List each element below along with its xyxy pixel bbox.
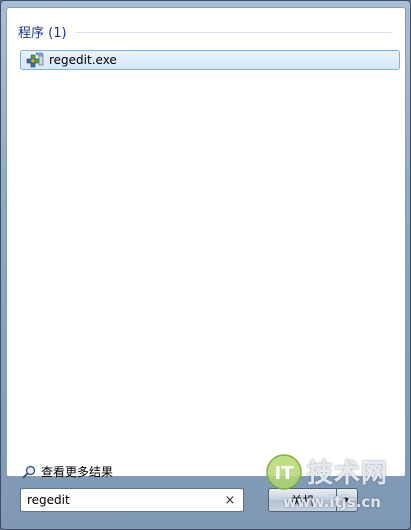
section-divider bbox=[74, 31, 393, 33]
clear-search-icon[interactable]: × bbox=[222, 492, 238, 508]
see-more-results-label: 查看更多结果 bbox=[41, 464, 114, 479]
shutdown-control: 关机 ▶ bbox=[268, 488, 358, 512]
result-item-regedit[interactable]: regedit.exe bbox=[20, 50, 400, 70]
section-title: 程序 (1) bbox=[18, 25, 67, 41]
search-results-panel: 程序 (1) 查看更多结果 bbox=[6, 7, 406, 480]
programs-section-header: 程序 (1) bbox=[18, 22, 393, 41]
regedit-icon bbox=[26, 52, 44, 68]
start-search-box[interactable]: × bbox=[20, 488, 244, 512]
result-item-label: regedit.exe bbox=[49, 53, 117, 67]
search-input[interactable] bbox=[21, 490, 222, 510]
search-icon bbox=[22, 464, 36, 479]
shutdown-button[interactable]: 关机 bbox=[268, 488, 336, 512]
shutdown-options-arrow-icon[interactable]: ▶ bbox=[336, 488, 358, 512]
start-menu-window: 程序 (1) 查看更多结果 regedit.exe regedit × 关机 ▶… bbox=[0, 0, 411, 530]
see-more-results-link[interactable]: 查看更多结果 bbox=[22, 462, 113, 480]
